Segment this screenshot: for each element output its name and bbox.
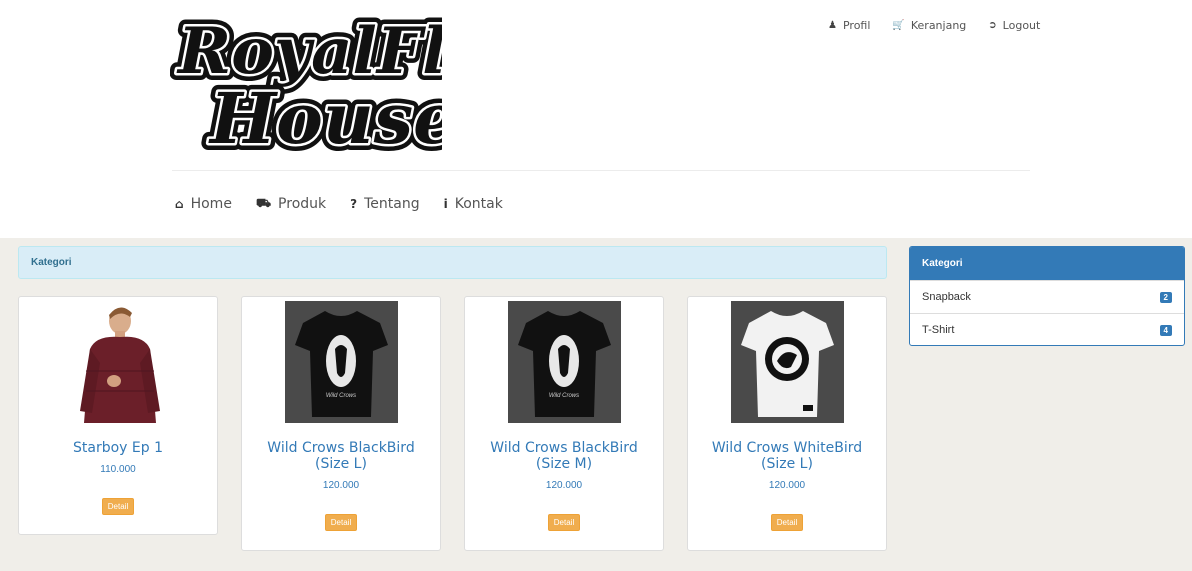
category-panel: Kategori Snapback 2 T-Shirt 4 <box>909 246 1185 346</box>
nav-produk[interactable]: ⛟ Produk <box>256 196 326 212</box>
keranjang-link[interactable]: 🛒 Keranjang <box>892 19 966 32</box>
product-price: 120.000 <box>545 480 583 491</box>
keranjang-label: Keranjang <box>910 19 967 32</box>
cart-icon: 🛒 <box>892 20 905 31</box>
nav-kontak[interactable]: i Kontak <box>444 196 503 212</box>
profil-link[interactable]: ♟ Profil <box>828 19 870 32</box>
site-logo[interactable]: RoyalFlush RoyalFlush RoyalFlush House H… <box>169 5 583 167</box>
top-links: ♟ Profil 🛒 Keranjang ➲ Logout <box>828 19 1040 32</box>
svg-text:House: House <box>208 77 442 160</box>
question-icon: ? <box>350 197 358 211</box>
product-image[interactable]: Wild Crows <box>507 301 621 423</box>
profil-label: Profil <box>842 19 871 32</box>
nav-produk-label: Produk <box>278 196 327 212</box>
nav-kontak-label: Kontak <box>454 196 503 212</box>
product-card: Starboy Ep 1 110.000 Detail <box>18 296 218 535</box>
product-price: 120.000 <box>768 480 806 491</box>
home-icon: ⌂ <box>175 197 184 211</box>
nav-tentang[interactable]: ? Tentang <box>350 196 419 212</box>
logout-label: Logout <box>1002 19 1041 32</box>
product-card: Wild Crows Wild Crows BlackBird (Size L)… <box>241 296 441 551</box>
header-divider <box>172 170 1030 171</box>
detail-button[interactable]: Detail <box>101 498 135 515</box>
nav-home[interactable]: ⌂ Home <box>175 196 232 212</box>
svg-text:Wild Crows: Wild Crows <box>548 393 578 399</box>
product-image[interactable] <box>730 301 844 423</box>
category-item-snapback[interactable]: Snapback 2 <box>910 280 1184 313</box>
product-card: Wild Crows Wild Crows BlackBird (Size M)… <box>464 296 664 551</box>
nav-tentang-label: Tentang <box>364 196 420 212</box>
logo-image: RoyalFlush RoyalFlush RoyalFlush House H… <box>169 7 583 167</box>
product-name[interactable]: Wild Crows BlackBird (Size M) <box>465 440 663 472</box>
product-name[interactable]: Wild Crows BlackBird (Size L) <box>242 440 440 472</box>
product-name[interactable]: Starboy Ep 1 <box>19 440 217 456</box>
category-item-tshirt[interactable]: T-Shirt 4 <box>910 313 1184 345</box>
kategori-heading: Kategori <box>18 246 887 279</box>
nav-home-label: Home <box>190 196 232 212</box>
logout-link[interactable]: ➲ Logout <box>988 19 1040 32</box>
svg-text:Wild Crows: Wild Crows <box>325 393 355 399</box>
product-card: Wild Crows WhiteBird (Size L) 120.000 De… <box>687 296 887 551</box>
site-header: RoyalFlush RoyalFlush RoyalFlush House H… <box>0 0 1192 245</box>
category-label: Snapback <box>922 291 971 303</box>
detail-button[interactable]: Detail <box>324 514 358 531</box>
product-name[interactable]: Wild Crows WhiteBird (Size L) <box>688 440 886 472</box>
category-count-badge: 2 <box>1159 291 1172 303</box>
detail-button[interactable]: Detail <box>770 514 804 531</box>
product-image[interactable] <box>61 301 175 423</box>
detail-button[interactable]: Detail <box>547 514 581 531</box>
product-price: 120.000 <box>322 480 360 491</box>
product-price: 110.000 <box>100 464 136 475</box>
main-nav: ⌂ Home ⛟ Produk ? Tentang i Kontak <box>175 196 503 212</box>
info-icon: i <box>443 197 448 211</box>
user-icon: ♟ <box>828 20 837 31</box>
product-image[interactable]: Wild Crows <box>284 301 398 423</box>
logout-icon: ➲ <box>988 20 997 31</box>
truck-icon: ⛟ <box>255 196 272 210</box>
category-count-badge: 4 <box>1159 324 1172 336</box>
category-label: T-Shirt <box>922 324 955 336</box>
category-panel-title: Kategori <box>910 247 1184 280</box>
